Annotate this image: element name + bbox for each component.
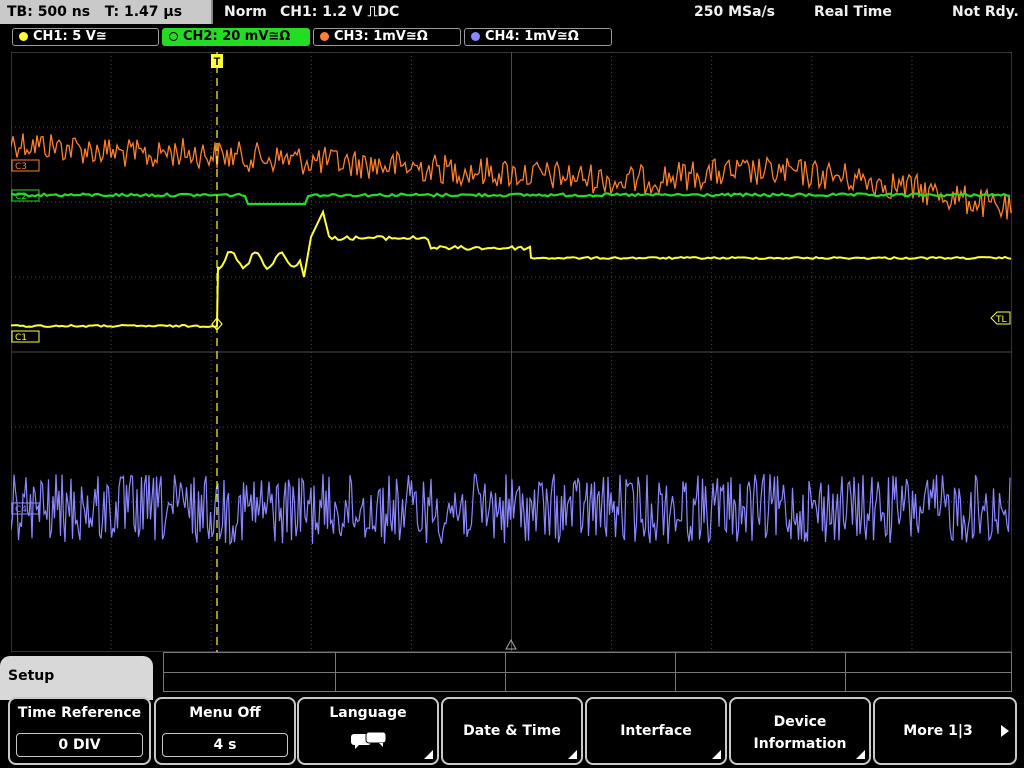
submenu-corner-icon — [712, 750, 721, 759]
acquisition-mode: Real Time — [814, 4, 892, 20]
channel-tab-ch3[interactable]: CH3: 1mV≅Ω — [313, 28, 461, 46]
device-info-line2: Information — [753, 736, 847, 752]
submenu-corner-icon — [568, 750, 577, 759]
sample-rate: 250 MSa/s — [694, 4, 776, 20]
info-area-divider — [845, 652, 846, 692]
info-area-divider — [505, 652, 506, 692]
ch4-marker-text: C4 — [15, 505, 27, 515]
date-time-label: Date & Time — [463, 723, 561, 739]
device-info-line1: Device — [773, 714, 827, 730]
trigger-level-text: TL — [995, 315, 1007, 325]
time-reference-label: Time Reference — [17, 705, 142, 721]
language-button[interactable]: Language — [297, 697, 439, 765]
time-reference-button[interactable]: Time Reference 0 DIV — [8, 697, 151, 765]
speech-bubbles-icon — [351, 731, 387, 749]
ch3-label: CH3: 1mV≅Ω — [334, 29, 428, 44]
menu-off-label: Menu Off — [189, 705, 261, 721]
timebase-box[interactable]: TB: 500 ns T: 1.47 µs — [0, 0, 213, 24]
trigger-mode[interactable]: Norm — [224, 0, 267, 24]
time-reference-value: 0 DIV — [16, 733, 143, 757]
more-button[interactable]: More 1|3 — [873, 697, 1017, 765]
ch1-dot-icon — [19, 32, 28, 41]
menu-off-button[interactable]: Menu Off 4 s — [154, 697, 296, 765]
menu-off-value: 4 s — [162, 733, 288, 757]
status-bar: TB: 500 ns T: 1.47 µs Norm CH1: 1.2 V ⎍D… — [0, 0, 1024, 26]
interface-label: Interface — [620, 723, 692, 739]
waveform-display[interactable]: T C3 C2 C1 C4 TL — [11, 52, 1012, 652]
info-area-divider — [335, 652, 336, 692]
ch1-label: CH1: 5 V≅ — [33, 29, 107, 44]
ch2-label: CH2: 20 mV≅Ω — [183, 29, 291, 44]
info-area-divider — [163, 672, 1012, 673]
submenu-corner-icon — [424, 750, 433, 759]
channel-tab-ch2[interactable]: CH2: 20 mV≅Ω — [162, 28, 310, 46]
ch4-dot-icon — [471, 32, 480, 41]
ch2-marker-text: C2 — [15, 192, 27, 202]
ch3-marker-text: C3 — [15, 162, 27, 172]
language-label: Language — [329, 705, 407, 721]
submenu-corner-icon — [856, 750, 865, 759]
ready-status: Not Rdy. — [952, 4, 1019, 20]
ch4-label: CH4: 1mV≅Ω — [485, 29, 579, 44]
channel-tab-ch4[interactable]: CH4: 1mV≅Ω — [464, 28, 612, 46]
more-label: More 1|3 — [903, 723, 973, 739]
trigger-time-value: T: 1.47 µs — [104, 4, 183, 20]
device-information-button[interactable]: Device Information — [729, 697, 871, 765]
trigger-position-marker[interactable]: T — [211, 54, 223, 68]
arrow-right-icon — [1001, 725, 1009, 737]
trigger-pos-text: T — [214, 56, 221, 68]
menu-title: Setup — [8, 668, 55, 684]
interface-button[interactable]: Interface — [585, 697, 727, 765]
info-area-divider — [675, 652, 676, 692]
timebase-value: TB: 500 ns — [7, 4, 91, 20]
date-time-button[interactable]: Date & Time — [441, 697, 583, 765]
ch2-dot-icon — [169, 32, 178, 41]
channel-tab-ch1[interactable]: CH1: 5 V≅ — [12, 28, 159, 46]
ch3-dot-icon — [320, 32, 329, 41]
trigger-setting[interactable]: CH1: 1.2 V ⎍DC — [280, 0, 399, 24]
ch1-marker-text: C1 — [15, 333, 27, 343]
